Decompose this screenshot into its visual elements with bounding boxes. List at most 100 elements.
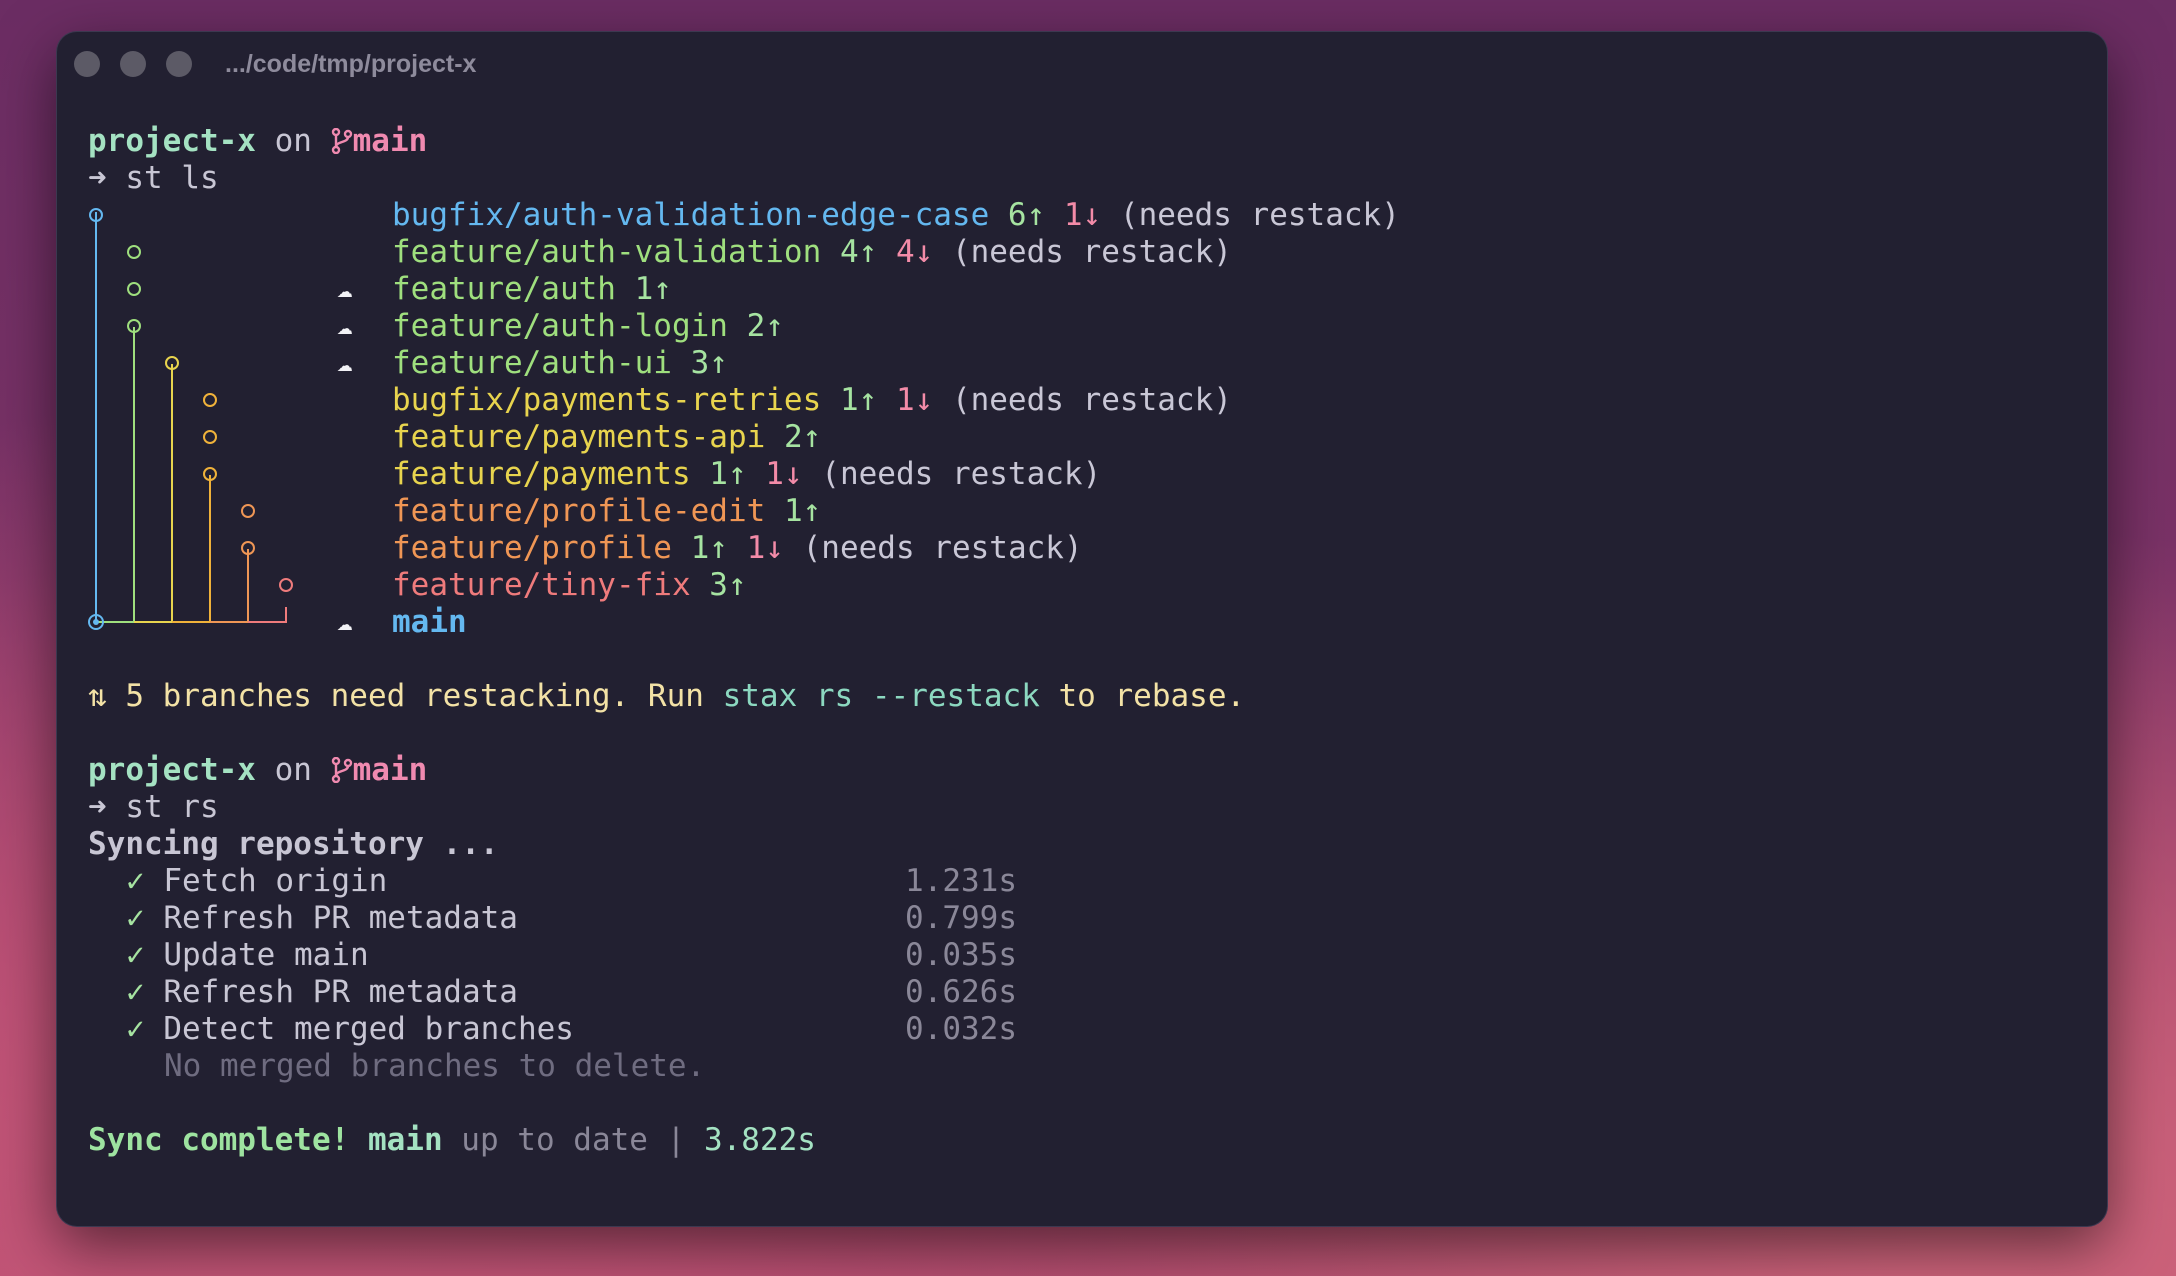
restack-note: (needs restack)	[1119, 197, 1400, 233]
sync-summary: Sync complete! main up to date | 3.822s	[88, 1122, 816, 1158]
prompt-line: project-x on main	[88, 752, 428, 788]
step-time: 0.626s	[905, 974, 1017, 1010]
stack-row: ☁ feature/auth 1↑	[88, 271, 1400, 308]
ahead-count: 2↑	[783, 419, 822, 455]
branch-stack: bugfix/auth-validation-edge-case 6↑ 1↓ (…	[88, 197, 1400, 641]
sync-complete: Sync complete!	[88, 1122, 350, 1158]
zoom-button[interactable]	[166, 51, 192, 77]
prompt-branch: main	[352, 752, 428, 788]
step-time: 1.231s	[905, 863, 1017, 899]
branch-name[interactable]: feature/tiny-fix	[392, 567, 691, 603]
prompt-branch: main	[352, 123, 428, 159]
ahead-count: 3↑	[690, 345, 728, 381]
step-label: Refresh PR metadata	[163, 900, 518, 936]
stack-list: bugfix/auth-validation-edge-case 6↑ 1↓ (…	[88, 197, 1400, 641]
step-label: Update main	[163, 937, 369, 973]
check-icon: ✓	[126, 937, 145, 973]
ahead-count: 2↑	[746, 308, 784, 344]
sync-step: ✓ Fetch origin 1.231s	[88, 863, 1245, 900]
ahead-count: 1↑	[783, 493, 822, 529]
command-text: st rs	[125, 789, 219, 825]
stack-row: ☁ feature/auth-login 2↑	[88, 308, 1400, 345]
minimize-button[interactable]	[120, 51, 146, 77]
restack-icon: ⇅	[88, 678, 107, 714]
behind-count: 1↓	[895, 382, 934, 418]
ahead-count: 4↑	[839, 234, 878, 270]
sync-step: ✓ Refresh PR metadata 0.626s	[88, 974, 1245, 1011]
git-branch-icon	[331, 123, 353, 159]
stack-row: feature/profile 1↑ 1↓ (needs restack)	[88, 530, 1400, 567]
stack-row: feature/tiny-fix 3↑	[88, 567, 1400, 604]
cloud-icon: ☁	[337, 348, 353, 378]
command-line: ➜ st ls	[88, 160, 219, 196]
ahead-count: 1↑	[839, 382, 878, 418]
sync-step: ✓ Detect merged branches 0.032s	[88, 1011, 1245, 1048]
restack-command: stax rs --restack	[722, 678, 1040, 714]
behind-count: 1↓	[765, 456, 803, 492]
restack-message: ⇅ 5 branches need restacking. Run stax r…	[88, 678, 1246, 714]
stack-row: bugfix/payments-retries 1↑ 1↓ (needs res…	[88, 382, 1400, 419]
step-time: 0.032s	[905, 1011, 1017, 1047]
title-bar: .../code/tmp/project-x	[57, 32, 2107, 98]
cloud-icon: ☁	[337, 311, 353, 341]
ahead-count: 6↑	[1007, 197, 1046, 233]
stack-row: feature/auth-validation 4↑ 4↓ (needs res…	[88, 234, 1400, 271]
sync-note: No merged branches to delete.	[164, 1048, 706, 1084]
sync-status: up to date	[461, 1122, 648, 1158]
stack-row: feature/payments 1↑ 1↓ (needs restack)	[88, 456, 1400, 493]
prompt-dir: project-x	[88, 123, 256, 159]
branch-name[interactable]: feature/auth-validation	[392, 234, 821, 270]
sync-step: ✓ Refresh PR metadata 0.799s	[88, 900, 1245, 937]
check-icon: ✓	[126, 863, 145, 899]
restack-note: (needs restack)	[951, 382, 1232, 418]
terminal-window: .../code/tmp/project-x project-x on main…	[57, 32, 2107, 1226]
branch-name[interactable]: feature/profile	[392, 530, 672, 566]
stack-row: ☁ feature/auth-ui 3↑	[88, 345, 1400, 382]
branch-name[interactable]: feature/auth-ui	[392, 345, 672, 381]
restack-note: (needs restack)	[802, 530, 1083, 566]
sync-heading: Syncing repository ...	[88, 826, 499, 862]
prompt-dir: project-x	[88, 752, 256, 788]
branch-name[interactable]: feature/auth	[392, 271, 616, 307]
check-icon: ✓	[126, 974, 145, 1010]
step-label: Fetch origin	[163, 863, 388, 899]
stack-row: bugfix/auth-validation-edge-case 6↑ 1↓ (…	[88, 197, 1400, 234]
cloud-icon: ☁	[337, 274, 353, 304]
ahead-count: 1↑	[634, 271, 672, 307]
sync-branch: main	[367, 1122, 443, 1158]
command-line: ➜ st rs	[88, 789, 219, 825]
git-branch-icon	[331, 752, 353, 788]
branch-name[interactable]: bugfix/payments-retries	[392, 382, 821, 418]
check-icon: ✓	[126, 1011, 145, 1047]
step-label: Detect merged branches	[163, 1011, 574, 1047]
check-icon: ✓	[126, 900, 145, 936]
branch-name[interactable]: feature/auth-login	[392, 308, 728, 344]
prompt-line: project-x on main	[88, 123, 428, 159]
behind-count: 1↓	[1063, 197, 1102, 233]
branch-name[interactable]: main	[392, 604, 467, 640]
terminal-output[interactable]: project-x on main ➜ st ls bugfix/auth-va…	[88, 123, 1400, 1159]
ahead-count: 3↑	[709, 567, 747, 603]
branch-name[interactable]: feature/payments-api	[392, 419, 765, 455]
sync-steps: ✓ Fetch origin 1.231s ✓ Refresh PR metadat…	[88, 863, 1245, 1048]
ahead-count: 1↑	[690, 530, 728, 566]
ahead-count: 1↑	[709, 456, 747, 492]
step-time: 0.035s	[905, 937, 1017, 973]
branch-name[interactable]: feature/profile-edit	[392, 493, 765, 529]
stack-row: feature/payments-api 2↑	[88, 419, 1400, 456]
restack-note: (needs restack)	[951, 234, 1232, 270]
stack-row: feature/profile-edit 1↑	[88, 493, 1400, 530]
step-time: 0.799s	[905, 900, 1017, 936]
branch-name[interactable]: feature/payments	[392, 456, 691, 492]
stack-row: ☁ main	[88, 604, 1400, 641]
close-button[interactable]	[74, 51, 100, 77]
restack-note: (needs restack)	[821, 456, 1102, 492]
behind-count: 1↓	[746, 530, 784, 566]
sync-total: 3.822s	[703, 1122, 816, 1158]
command-text: st ls	[125, 160, 219, 196]
branch-name[interactable]: bugfix/auth-validation-edge-case	[392, 197, 989, 233]
step-label: Refresh PR metadata	[163, 974, 518, 1010]
cloud-icon: ☁	[337, 607, 353, 637]
sync-step: ✓ Update main 0.035s	[88, 937, 1245, 974]
behind-count: 4↓	[895, 234, 934, 270]
